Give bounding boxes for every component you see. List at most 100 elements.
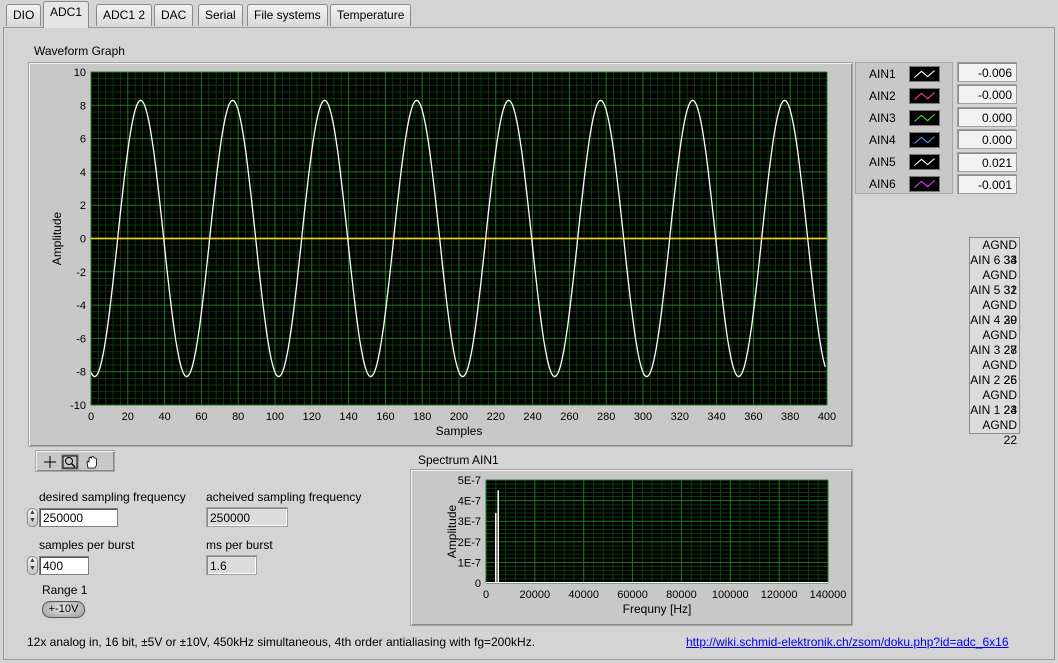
- x-tick-label: 140: [339, 411, 357, 423]
- y-tick-label: -8: [76, 367, 86, 379]
- x-tick-label: 200: [450, 411, 468, 423]
- x-tick-label: 80: [232, 411, 244, 423]
- range-toggle-button[interactable]: +-10V: [42, 601, 85, 618]
- spectrum-graph[interactable]: 5E-7 4E-7 3E-7 2E-7 1E-7 0 0 20000 40000 60000 80…: [410, 469, 853, 626]
- spectrum-title: Spectrum AIN1: [418, 453, 499, 467]
- documentation-link[interactable]: http://wiki.schmid-elektronik.ch/zsom/do…: [686, 635, 1009, 649]
- y-tick-label: 3E-7: [458, 516, 481, 528]
- x-tick-label: 60: [195, 411, 207, 423]
- y-tick-label: 4: [80, 167, 86, 179]
- legend-name: AIN4: [869, 133, 896, 147]
- waveform-xlabel: Samples: [436, 424, 483, 438]
- pin-label: AGND 24: [982, 388, 1017, 417]
- samples-per-burst-input[interactable]: 400: [39, 556, 89, 575]
- spectrum-plot-area: [486, 480, 828, 583]
- spectrum-ylabel: Amplitude: [445, 505, 459, 559]
- legend-name: AIN3: [869, 111, 896, 125]
- pan-hand-icon[interactable]: [83, 454, 101, 470]
- ain4-value: 0.000: [957, 129, 1017, 149]
- desired-frequency-spinner[interactable]: ▲ ▼: [27, 508, 38, 527]
- tab-adc1-2[interactable]: ADC1 2: [96, 4, 153, 26]
- waveform-ylabel: Amplitude: [50, 212, 64, 266]
- x-tick-label: 160: [376, 411, 394, 423]
- desired-sampling-frequency-label: desired sampling frequency: [39, 490, 186, 504]
- tab-bar: DIO ADC1 ADC1 2 DAC Serial File systems …: [0, 0, 1058, 28]
- x-tick-label: 240: [523, 411, 541, 423]
- x-tick-label: 400: [818, 411, 836, 423]
- pin-label: AGND 32: [982, 268, 1017, 297]
- legend-swatch-ain4: [909, 132, 940, 148]
- x-tick-label: 100000: [712, 589, 749, 601]
- y-tick-label: 6: [80, 134, 86, 146]
- waveform-y-ticks: 10 8 6 4 2 0 -2 -4 -6 -8 -10: [70, 67, 86, 412]
- footer-description: 12x analog in, 16 bit, ±5V or ±10V, 450k…: [27, 635, 536, 649]
- legend-row-ain3[interactable]: AIN3: [856, 107, 954, 129]
- ain2-value: -0.000: [957, 84, 1017, 104]
- legend-swatch-ain6: [909, 176, 940, 192]
- tab-file-systems[interactable]: File systems: [247, 4, 328, 26]
- ain5-value: 0.021: [957, 152, 1017, 172]
- y-tick-label: -2: [76, 267, 86, 279]
- x-tick-label: 340: [707, 411, 725, 423]
- tab-temperature[interactable]: Temperature: [330, 4, 412, 26]
- pin-label: AGND 30: [982, 298, 1017, 327]
- legend-row-ain6[interactable]: AIN6: [856, 173, 954, 195]
- y-tick-label: 2: [80, 200, 86, 212]
- graph-tool-palette: [35, 450, 115, 472]
- y-tick-label: 10: [74, 67, 86, 79]
- legend-swatch-ain5: [909, 154, 940, 170]
- x-tick-label: 180: [413, 411, 431, 423]
- tab-dac[interactable]: DAC: [154, 4, 194, 26]
- x-tick-label: 380: [781, 411, 799, 423]
- plot-legend[interactable]: AIN1 AIN2 AIN3 AIN4 AIN5 AIN6: [855, 62, 953, 194]
- x-tick-label: 360: [744, 411, 762, 423]
- ain3-value: 0.000: [957, 107, 1017, 127]
- achieved-sampling-frequency-display: 250000: [206, 507, 288, 527]
- tab-adc1[interactable]: ADC1: [43, 1, 90, 28]
- x-tick-label: 60000: [617, 589, 648, 601]
- pin-label: AIN 1 23: [970, 403, 1017, 417]
- spectrum-x-ticks: 0 20000 40000 60000 80000 100000 120000 140000: [483, 589, 846, 601]
- y-tick-label: 0: [475, 578, 481, 590]
- cursor-icon[interactable]: [41, 454, 59, 470]
- pin-label: AGND 28: [982, 328, 1017, 357]
- connector-pin-list: AGND 34 AIN 6 33 AGND 32 AIN 5 31 AGND 3…: [969, 237, 1020, 447]
- legend-row-ain5[interactable]: AIN5: [856, 151, 954, 173]
- pin-label: AGND 34: [982, 238, 1017, 267]
- waveform-graph[interactable]: 1086420-2-4-6-8-10 0 20 40 60 80 100 120 140 160…: [28, 62, 853, 447]
- legend-row-ain2[interactable]: AIN2: [856, 85, 954, 107]
- legend-swatch-ain2: [909, 88, 940, 104]
- range-label: Range 1: [42, 583, 88, 597]
- ain6-value: -0.001: [957, 174, 1017, 194]
- y-tick-label: -6: [76, 333, 86, 345]
- legend-name: AIN2: [869, 89, 896, 103]
- tab-serial[interactable]: Serial: [198, 4, 243, 26]
- y-tick-label: 1E-7: [458, 557, 481, 569]
- legend-swatch-ain1: [909, 66, 940, 82]
- legend-row-ain1[interactable]: AIN1: [856, 63, 954, 85]
- legend-name: AIN6: [869, 177, 896, 191]
- legend-swatch-ain3: [909, 110, 940, 126]
- x-tick-label: 40000: [568, 589, 599, 601]
- pin-label: AIN 6 33: [970, 253, 1017, 267]
- y-tick-label: 4E-7: [458, 496, 481, 508]
- ms-per-burst-display: 1.6: [206, 555, 257, 575]
- samples-spinner[interactable]: ▲ ▼: [27, 556, 38, 575]
- x-tick-label: 0: [483, 589, 489, 601]
- legend-name: AIN5: [869, 155, 896, 169]
- y-tick-label: -4: [76, 300, 86, 312]
- desired-sampling-frequency-input[interactable]: 250000: [39, 508, 118, 527]
- x-tick-label: 320: [671, 411, 689, 423]
- tab-dio[interactable]: DIO: [6, 4, 42, 26]
- waveform-x-ticks: 0 20 40 60 80 100 120 140 160 180 200 220 240 260 280 3…: [88, 411, 836, 423]
- waveform-graph-title: Waveform Graph: [34, 44, 125, 58]
- x-tick-label: 40: [158, 411, 170, 423]
- pin-label: AIN 5 31: [970, 283, 1017, 297]
- zoom-icon[interactable]: [61, 454, 79, 470]
- pin-label: AGND 26: [982, 358, 1017, 387]
- x-tick-label: 20000: [520, 589, 551, 601]
- x-tick-label: 140000: [810, 589, 847, 601]
- x-tick-label: 80000: [666, 589, 697, 601]
- x-tick-label: 120: [303, 411, 321, 423]
- legend-row-ain4[interactable]: AIN4: [856, 129, 954, 151]
